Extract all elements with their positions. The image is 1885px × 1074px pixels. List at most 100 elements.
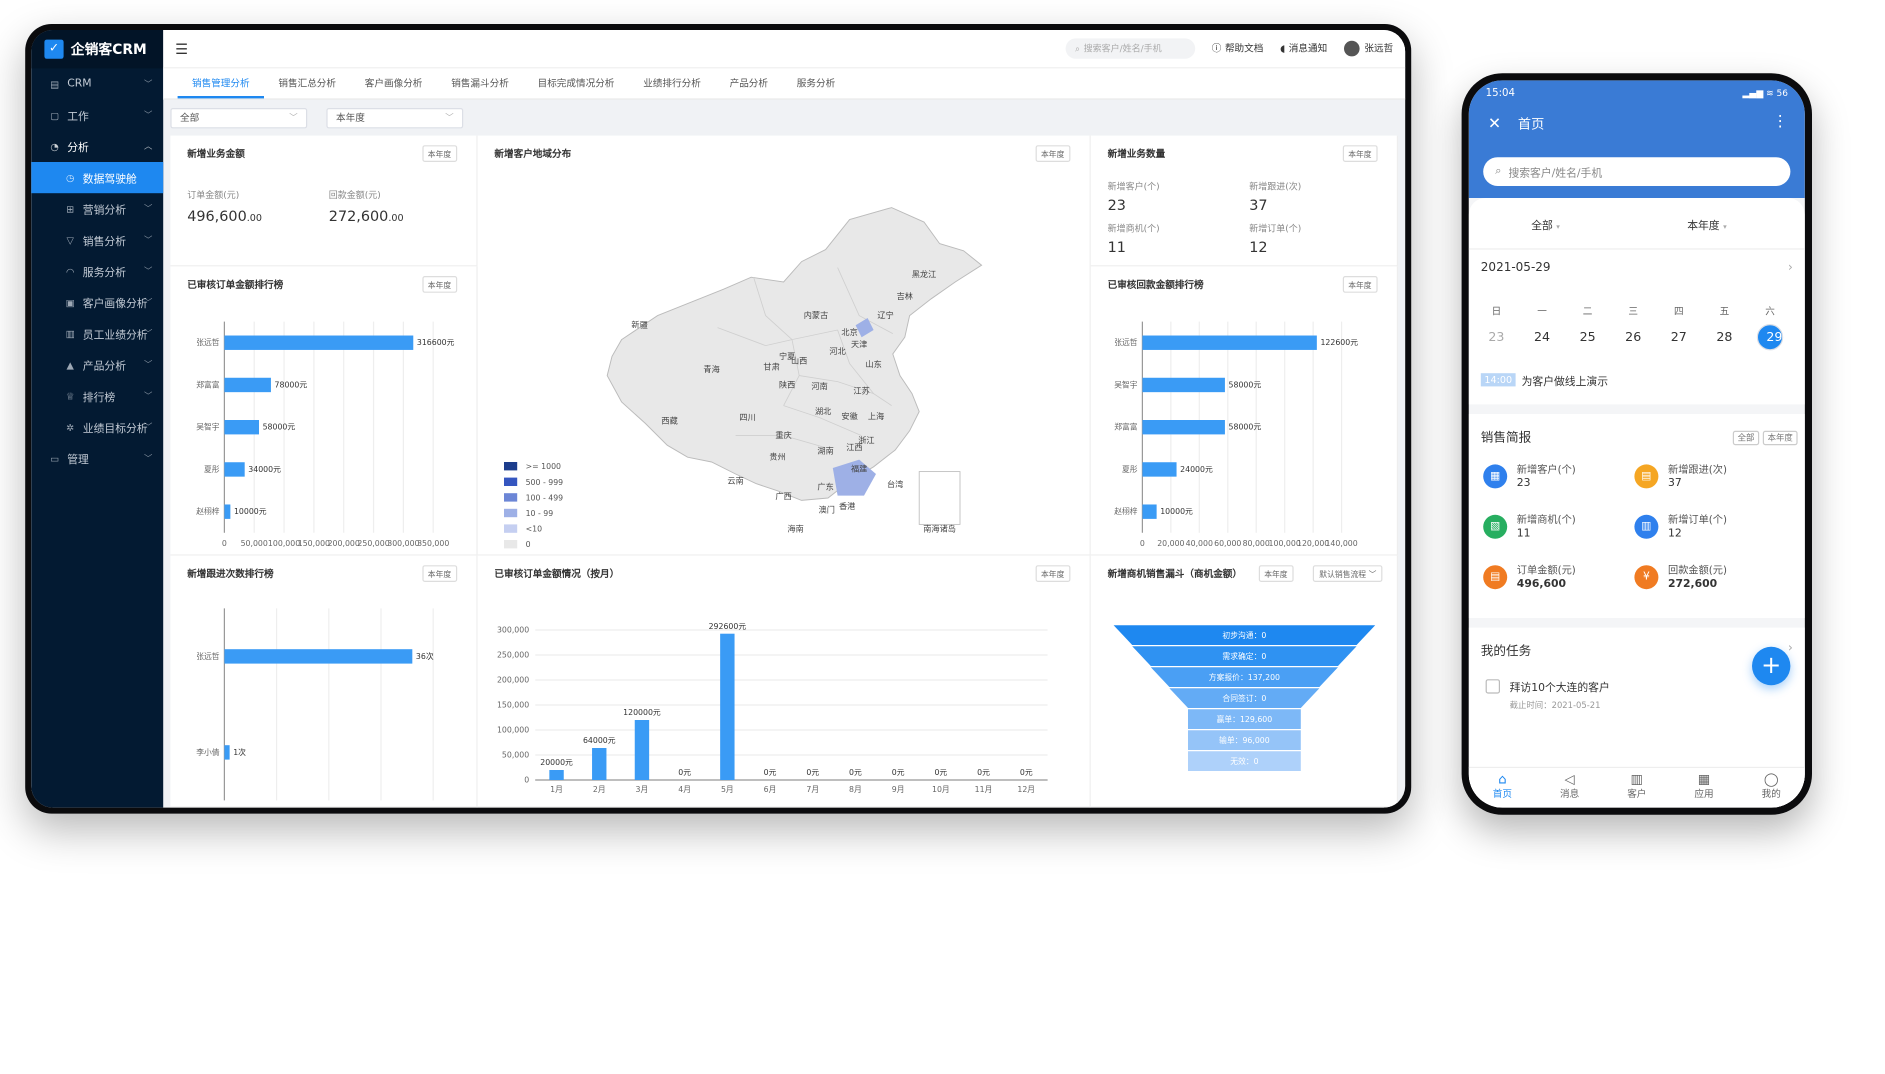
calendar-day[interactable]: 24: [1529, 324, 1555, 350]
search-input[interactable]: ⌕ 搜索客户/姓名/手机: [1065, 38, 1195, 59]
sidebar-item-9[interactable]: ▲ 产品分析 ﹀: [31, 349, 163, 380]
category-label: 李小倩: [196, 747, 220, 757]
kpi-item[interactable]: ▥ 新增订单(个) 12: [1634, 512, 1727, 540]
nav-item-4[interactable]: ◯ 我的: [1738, 768, 1805, 808]
kpi-label: 新增客户(个): [1516, 464, 1576, 477]
bar: [224, 420, 260, 435]
count-value: 23: [1107, 196, 1126, 214]
bell-icon: ◖: [1280, 43, 1286, 55]
chevron-right-icon[interactable]: ›: [1788, 262, 1793, 275]
period-badge[interactable]: 本年度: [1342, 145, 1378, 162]
sidebar-item-label: 分析: [67, 142, 89, 155]
value-label: 78000元: [275, 380, 308, 389]
calendar-day[interactable]: 25: [1574, 324, 1600, 350]
calendar-day[interactable]: 27: [1666, 324, 1692, 350]
nav-label: 我的: [1761, 788, 1781, 800]
logo-icon: ✓: [44, 39, 64, 59]
nav-item-1[interactable]: ◁ 消息: [1536, 768, 1603, 808]
brand[interactable]: ✓ 企销客CRM: [31, 30, 164, 69]
nav-icon: ▦: [1697, 771, 1711, 788]
nav-item-3[interactable]: ▦ 应用: [1670, 768, 1737, 808]
kpi-item[interactable]: ▧ 新增商机(个) 11: [1483, 512, 1576, 540]
calendar-day[interactable]: 26: [1620, 324, 1646, 350]
phone-search-input[interactable]: ⌕ 搜索客户/姓名/手机: [1483, 157, 1791, 186]
kpi-item[interactable]: ¥ 回款金额(元) 272,600: [1634, 563, 1727, 590]
kpi-item[interactable]: ▤ 新增跟进(次) 37: [1634, 462, 1727, 490]
user-menu[interactable]: 张远哲: [1344, 40, 1393, 57]
more-icon[interactable]: ⋮: [1772, 113, 1788, 131]
x-tick-label: 40: [428, 807, 438, 808]
nav-label: 消息: [1560, 788, 1580, 800]
chip-year[interactable]: 本年度: [1762, 430, 1798, 446]
period-select[interactable]: 本年度 ﹀: [326, 107, 464, 128]
tab-6[interactable]: 产品分析: [715, 77, 782, 99]
x-tick-label: 1月: [550, 785, 563, 794]
tab-7[interactable]: 服务分析: [782, 77, 849, 99]
x-tick-label: 300,000: [387, 539, 419, 548]
sidebar-item-4[interactable]: ⊞ 营销分析 ﹀: [31, 193, 163, 224]
notify-link[interactable]: ◖ 消息通知: [1280, 42, 1327, 55]
value-label: 120000元: [623, 708, 661, 717]
phone-scope-filter[interactable]: 全部 ▾: [1531, 217, 1560, 233]
tab-3[interactable]: 销售漏斗分析: [437, 77, 523, 99]
phone-period-filter[interactable]: 本年度 ▾: [1687, 217, 1726, 233]
kpi-item[interactable]: ▦ 新增客户(个) 23: [1483, 462, 1576, 490]
sidebar-item-10[interactable]: ♕ 排行榜 ﹀: [31, 380, 163, 411]
sidebar-item-3[interactable]: ◷ 数据驾驶舱: [31, 162, 164, 194]
sidebar-item-7[interactable]: ▣ 客户画像分析 ﹀: [31, 287, 163, 318]
chevron-down-icon: ﹀: [445, 112, 454, 123]
tab-5[interactable]: 业绩排行分析: [629, 77, 715, 99]
province-label: 安徽: [841, 411, 857, 421]
menu-collapse-icon[interactable]: ☰: [175, 40, 188, 57]
task-text[interactable]: 拜访10个大连的客户: [1510, 679, 1610, 695]
close-icon[interactable]: ✕: [1488, 115, 1501, 133]
task-checkbox[interactable]: [1485, 679, 1500, 694]
value-label: 58000元: [263, 423, 296, 432]
scope-select[interactable]: 全部 ﹀: [170, 107, 308, 128]
sidebar-item-1[interactable]: ▢ 工作 ﹀: [31, 100, 163, 131]
sidebar-item-5[interactable]: ▽ 销售分析 ﹀: [31, 224, 163, 255]
sidebar-item-8[interactable]: ▥ 员工业绩分析 ﹀: [31, 318, 163, 349]
chevron-down-icon: ﹀: [289, 112, 298, 123]
nav-label: 首页: [1492, 788, 1512, 800]
event-text[interactable]: 为客户做线上演示: [1522, 373, 1608, 389]
search-icon: ⌕: [1495, 165, 1502, 178]
topbar: ☰ ⌕ 搜索客户/姓名/手机 ⓘ 帮助文档 ◖ 消息通知 张远哲: [163, 30, 1406, 69]
card-funnel: 新增商机销售漏斗（商机金额） 本年度 默认销售流程 ﹀ 初步沟通：0 需求确定：0…: [1090, 555, 1398, 808]
weekday-label: 三: [1628, 306, 1639, 317]
bar: [224, 335, 414, 350]
value-label: 58000元: [1229, 380, 1262, 389]
event-time: 14:00: [1480, 373, 1516, 387]
nav-item-0[interactable]: ⌂ 首页: [1469, 768, 1536, 808]
sidebar-item-0[interactable]: ▤ CRM ﹀: [31, 68, 163, 99]
province-label: 山东: [865, 359, 881, 369]
add-button[interactable]: +: [1752, 646, 1791, 686]
nav-item-2[interactable]: ▥ 客户: [1603, 768, 1670, 808]
x-tick-label: 20,000: [1157, 539, 1184, 548]
chip-all[interactable]: 全部: [1732, 430, 1760, 446]
bar: [549, 770, 564, 781]
sidebar-item-11[interactable]: ✲ 业绩目标分析 ﹀: [31, 412, 163, 443]
tab-1[interactable]: 销售汇总分析: [264, 77, 350, 99]
province-label: 河北: [829, 346, 845, 356]
calendar-day[interactable]: 29: [1756, 324, 1784, 351]
tab-2[interactable]: 客户画像分析: [350, 77, 436, 99]
sidebar-item-6[interactable]: ◠ 服务分析 ﹀: [31, 256, 163, 287]
kpi-value: 496,600: [1516, 578, 1567, 591]
chevron-right-icon[interactable]: ›: [1788, 642, 1793, 655]
sidebar-item-12[interactable]: ▭ 管理 ﹀: [31, 443, 163, 474]
calendar-day[interactable]: 28: [1711, 324, 1737, 350]
tab-0[interactable]: 销售管理分析: [177, 77, 264, 99]
status-icons: ▂▄▆ ≋ 56: [1742, 87, 1789, 99]
sidebar-item-2[interactable]: ◔ 分析 ︿: [31, 131, 163, 162]
x-tick-label: 100,000: [1269, 539, 1301, 548]
period-badge[interactable]: 本年度: [421, 145, 458, 162]
help-link[interactable]: ⓘ 帮助文档: [1212, 42, 1264, 55]
refund-amount-value: 272,600.00: [328, 207, 404, 225]
calendar-day[interactable]: 23: [1483, 324, 1509, 350]
category-label: 夏彤: [204, 465, 220, 474]
kpi-item[interactable]: ▤ 订单金额(元) 496,600: [1483, 563, 1576, 591]
manage-icon: ▭: [50, 453, 60, 464]
value-label: 64000元: [583, 736, 616, 745]
tab-4[interactable]: 目标完成情况分析: [523, 77, 629, 99]
